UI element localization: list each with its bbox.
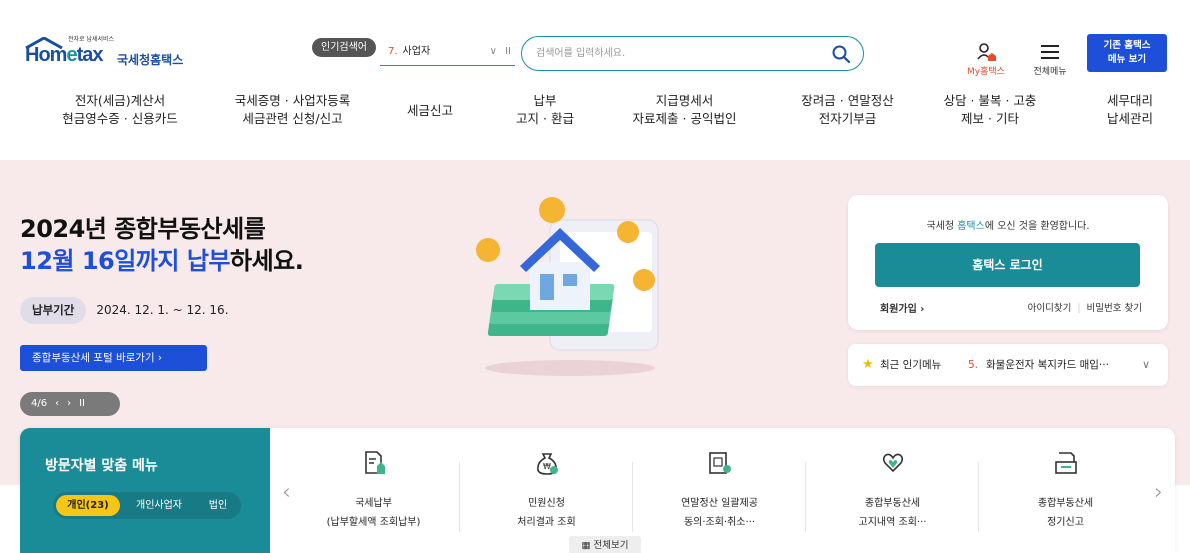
search-box xyxy=(521,36,864,71)
global-navigation: 전자(세금)계산서 현금영수증 · 신용카드 국세증명 · 사업자등록 세금관련 신… xyxy=(0,92,1190,137)
pause-icon[interactable]: II xyxy=(505,42,511,62)
service-civil-application[interactable]: ₩ 민원신청 처리결과 조회 xyxy=(460,428,633,553)
popular-menu-rank: 5. xyxy=(968,359,979,371)
logo-korean-name: 국세청홈택스 xyxy=(117,53,184,67)
all-menu-button[interactable]: 전체메뉴 xyxy=(1024,40,1076,80)
chevron-down-icon[interactable]: ∨ xyxy=(1142,344,1150,386)
banner-pager: 4/6 ‹ › II xyxy=(20,392,120,416)
visitor-menu: 방문자별 맞춤 메뉴 개인(23) 개인사업자 법인 xyxy=(20,428,270,553)
gnb-item-consult[interactable]: 상담 · 불복 · 고충 제보 · 기타 xyxy=(930,92,1050,128)
gnb-item-payment[interactable]: 납부 고지 · 환급 xyxy=(490,92,600,128)
period-tag: 납부기간 xyxy=(20,297,87,324)
visitor-menu-panel: 방문자별 맞춤 메뉴 개인(23) 개인사업자 법인 ‹ 국세납부 (납부할세액… xyxy=(20,428,1175,553)
old-menu-line1: 기존 홈택스 xyxy=(1103,40,1151,51)
popular-menu-bar[interactable]: ★ 최근 인기메뉴 5. 화물운전자 복지카드 매입··· ∨ xyxy=(848,344,1168,386)
view-all-button[interactable]: ▦ 전체보기 xyxy=(569,536,641,553)
popular-menu-label: 최근 인기메뉴 xyxy=(880,359,942,371)
popular-search-term: 사업자 xyxy=(402,46,431,57)
search-icon[interactable] xyxy=(831,44,851,64)
logo-brand: Hometax xyxy=(25,44,103,66)
service-property-tax-filing[interactable]: 종합부동산세 정기신고 xyxy=(979,428,1152,553)
house-money-illustration xyxy=(476,197,659,376)
login-box: 국세청 홈택스에 오신 것을 환영합니다. 홈택스 로그인 회원가입 › 아이디… xyxy=(848,195,1168,330)
pager-count: 4/6 xyxy=(31,398,48,409)
service-year-end-settlement[interactable]: 연말정산 일괄제공 동의·조회·취소··· xyxy=(633,428,806,553)
gnb-item-statement[interactable]: 지급명세서 자료제출 · 공익법인 xyxy=(607,92,762,128)
certificate-icon xyxy=(709,452,731,474)
hometax-login-button[interactable]: 홈택스 로그인 xyxy=(875,243,1140,287)
gnb-item-tax-agent[interactable]: 세무대리 납세관리 xyxy=(1090,92,1170,128)
find-id-link[interactable]: 아이디찾기 xyxy=(1028,303,1072,314)
hometax-logo[interactable]: 전자로 납세서비스 Hometax 국세청홈택스 xyxy=(22,34,202,74)
document-edit-icon xyxy=(1055,452,1077,474)
welcome-text: 국세청 홈택스에 오신 것을 환영합니다. xyxy=(926,221,1090,232)
hamburger-menu-icon xyxy=(1041,45,1059,59)
header: 전자로 납세서비스 Hometax 국세청홈택스 인기검색어 7. 사업자 ∨ I… xyxy=(0,0,1190,160)
hero-title: 2024년 종합부동산세를 12월 16일까지 납부하세요. xyxy=(20,215,304,275)
pager-pause[interactable]: II xyxy=(79,398,85,409)
all-menu-label: 전체메뉴 xyxy=(1033,67,1067,77)
period-value: 2024. 12. 1. ~ 12. 16. xyxy=(96,303,229,317)
grid-icon: ▦ xyxy=(581,540,594,551)
old-hometax-menu-button[interactable]: 기존 홈택스 메뉴 보기 xyxy=(1087,34,1167,72)
find-account-links: 아이디찾기 | 비밀번호 찾기 xyxy=(1027,303,1142,314)
popular-search-rank: 7. xyxy=(388,46,398,57)
carousel-next-icon[interactable]: › xyxy=(1154,480,1163,505)
logo-subtitle: 전자로 납세서비스 xyxy=(68,36,115,43)
tab-individual[interactable]: 개인(23) xyxy=(56,495,120,516)
gnb-item-certificate[interactable]: 국세증명 · 사업자등록 세금관련 신청/신고 xyxy=(210,92,375,128)
search-input[interactable] xyxy=(536,45,816,62)
my-hometax-button[interactable]: My홈택스 xyxy=(958,40,1014,80)
gnb-item-tax-report[interactable]: 세금신고 xyxy=(390,102,470,120)
money-bag-icon: ₩ xyxy=(537,453,558,475)
old-menu-line2: 메뉴 보기 xyxy=(1107,54,1147,65)
user-home-icon xyxy=(977,43,996,61)
pager-next[interactable]: › xyxy=(67,398,71,409)
heart-hands-icon xyxy=(882,453,904,473)
popular-search-select[interactable]: 7. 사업자 ∨ II xyxy=(380,42,515,66)
svg-text:₩: ₩ xyxy=(543,462,551,471)
pager-prev[interactable]: ‹ xyxy=(55,398,59,409)
my-hometax-label: My홈택스 xyxy=(967,67,1005,77)
document-upload-icon xyxy=(365,451,385,474)
find-password-link[interactable]: 비밀번호 찾기 xyxy=(1087,303,1142,314)
visitor-tabs: 개인(23) 개인사업자 법인 xyxy=(53,492,241,519)
signup-link[interactable]: 회원가입 › xyxy=(880,300,924,315)
property-tax-portal-button[interactable]: 종합부동산세 포털 바로가기 › xyxy=(20,345,207,371)
gnb-item-incentive[interactable]: 장려금 · 연말정산 전자기부금 xyxy=(775,92,920,128)
popular-menu-value: 화물운전자 복지카드 매입··· xyxy=(986,359,1109,371)
chevron-down-icon[interactable]: ∨ xyxy=(490,42,497,62)
service-property-tax-notice[interactable]: 종합부동산세 고지내역 조회··· xyxy=(806,428,979,553)
service-national-tax-payment[interactable]: 국세납부 (납부할세액 조회납부) xyxy=(287,428,460,553)
visitor-menu-title: 방문자별 맞춤 메뉴 xyxy=(45,458,158,474)
tab-corporation[interactable]: 법인 xyxy=(199,495,237,516)
gnb-item-tax-invoice[interactable]: 전자(세금)계산서 현금영수증 · 신용카드 xyxy=(40,92,200,128)
payment-period: 납부기간 2024. 12. 1. ~ 12. 16. xyxy=(20,297,229,324)
tab-sole-proprietor[interactable]: 개인사업자 xyxy=(125,495,193,516)
star-icon: ★ xyxy=(862,357,874,372)
popular-search-badge: 인기검색어 xyxy=(312,38,376,57)
